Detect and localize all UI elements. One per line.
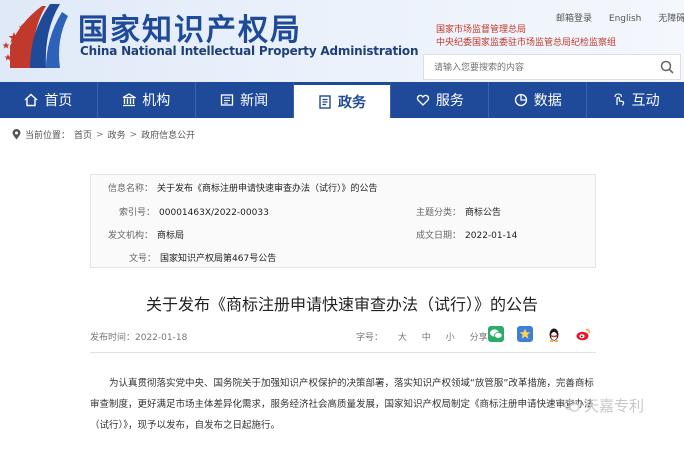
publish-date: 发布时间：2022-01-18 [90, 333, 188, 343]
nav-item-institution[interactable]: 机构 [98, 82, 196, 118]
nav-item-news[interactable]: 新闻 [196, 82, 294, 118]
nav-item-service[interactable]: 服务 [391, 82, 490, 118]
content-divider [90, 352, 596, 353]
news-icon [220, 94, 234, 106]
wechat-watermark-icon [564, 399, 580, 412]
nav-item-data[interactable]: 数据 [489, 82, 588, 118]
share-icons [488, 326, 591, 342]
cnipa-logo-icon[interactable] [2, 2, 72, 68]
qzone-star-icon[interactable] [517, 326, 533, 342]
english-link[interactable]: English [609, 14, 642, 24]
top-links: 邮箱登录 English 无障碍 [556, 11, 684, 24]
site-title-cn: 国家知识产权局 [78, 13, 302, 48]
nav-label: 机构 [142, 93, 171, 109]
font-size-small[interactable]: 小 [446, 333, 455, 343]
dept-link-discipline[interactable]: 中央纪委国家监委驻市场监管总局纪检监察组 [436, 37, 616, 50]
nav-item-government-affairs[interactable]: 政务 [293, 82, 392, 118]
nav-label: 政务 [338, 94, 366, 111]
meta-label: 发文机构： [108, 231, 154, 241]
article-title: 关于发布《商标注册申请快速审查办法（试行）》的公告 [145, 295, 538, 314]
font-size-label: 字号： [356, 333, 384, 343]
meta-docno: 文号： 国家知识产权局第467号公告 [129, 251, 276, 264]
meta-label: 信息名称： [108, 184, 154, 194]
meta-label: 文号： [129, 254, 157, 264]
search-icon [660, 60, 674, 74]
meta-label: 主题分类： [416, 208, 462, 218]
watermark-text: 天嘉专利 [584, 397, 645, 415]
meta-value: 2022-01-14 [465, 231, 518, 241]
nav-item-interaction[interactable]: 互动 [587, 82, 684, 118]
nav-item-home[interactable]: 首页 [0, 82, 98, 118]
wechat-icon[interactable] [488, 326, 504, 342]
nav-label: 新闻 [240, 93, 269, 109]
breadcrumb-separator: > [96, 129, 104, 140]
meta-value: 商标公告 [465, 208, 502, 218]
nav-label: 服务 [435, 93, 464, 109]
location-pin-icon [12, 129, 21, 140]
main-nav: 首页 机构 新闻 政务 服务 数据 互动 [0, 82, 684, 118]
dept-links: 国家市场监督管理总局 中央纪委国家监委驻市场监管总局纪检监察组 [436, 24, 616, 50]
document-meta-box: 信息名称： 关于发布《商标注册申请快速审查办法（试行）》的公告 索引号： 00001… [90, 174, 596, 268]
nav-label: 首页 [44, 93, 73, 109]
accessibility-link[interactable]: 无障碍 [658, 14, 684, 24]
nav-label: 数据 [533, 93, 562, 109]
breadcrumb-home[interactable]: 首页 [74, 128, 92, 141]
breadcrumb-prefix: 当前位置： [25, 131, 71, 141]
breadcrumb: 当前位置： 首页 > 政务 > 政府信息公开 [12, 128, 195, 141]
article-body: 为认真贯彻落实党中央、国务院关于加强知识产权保护的决策部署，落实知识产权领域“放… [90, 378, 594, 431]
meta-value: 商标局 [157, 231, 185, 241]
nav-label: 互动 [631, 93, 660, 109]
meta-value: 00001463X/2022-00033 [159, 208, 269, 218]
meta-value: 国家知识产权局第467号公告 [160, 254, 277, 264]
meta-index: 索引号： 00001463X/2022-00033 [119, 205, 269, 218]
institution-icon [122, 93, 137, 107]
breadcrumb-affairs[interactable]: 政务 [108, 128, 126, 141]
document-icon [319, 94, 331, 109]
interaction-icon [614, 93, 624, 106]
site-header: 国家知识产权局 China National Intellectual Prop… [0, 0, 684, 82]
meta-label: 成文日期： [416, 231, 462, 241]
qq-penguin-icon[interactable] [546, 326, 562, 342]
font-size-medium[interactable]: 中 [422, 333, 431, 343]
site-title-en: China National Intellectual Property Adm… [80, 44, 419, 58]
font-size-large[interactable]: 大 [398, 333, 407, 343]
search-button[interactable] [654, 55, 680, 79]
meta-value: 关于发布《商标注册申请快速审查办法（试行）》的公告 [157, 184, 378, 194]
meta-date: 成文日期： 2022-01-14 [416, 228, 517, 241]
dept-link-samr[interactable]: 国家市场监督管理总局 [436, 24, 616, 37]
search-input[interactable] [424, 56, 648, 80]
home-icon [24, 93, 38, 107]
font-size-control: 字号： 大 中 小 分享： [356, 330, 509, 343]
pie-chart-icon [514, 93, 527, 107]
breadcrumb-separator: > [129, 129, 138, 140]
breadcrumb-info-disclosure[interactable]: 政府信息公开 [141, 128, 195, 141]
watermark: 天嘉专利 [564, 395, 644, 416]
meta-label: 索引号： [119, 208, 156, 218]
meta-info-name: 信息名称： 关于发布《商标注册申请快速审查办法（试行）》的公告 [108, 181, 378, 194]
weibo-icon[interactable] [575, 326, 591, 342]
meta-topic: 主题分类： 商标公告 [416, 205, 501, 218]
heart-hand-icon [416, 94, 430, 106]
search-box [423, 54, 681, 80]
email-login-link[interactable]: 邮箱登录 [556, 14, 592, 24]
meta-issuer: 发文机构： 商标局 [108, 228, 184, 241]
